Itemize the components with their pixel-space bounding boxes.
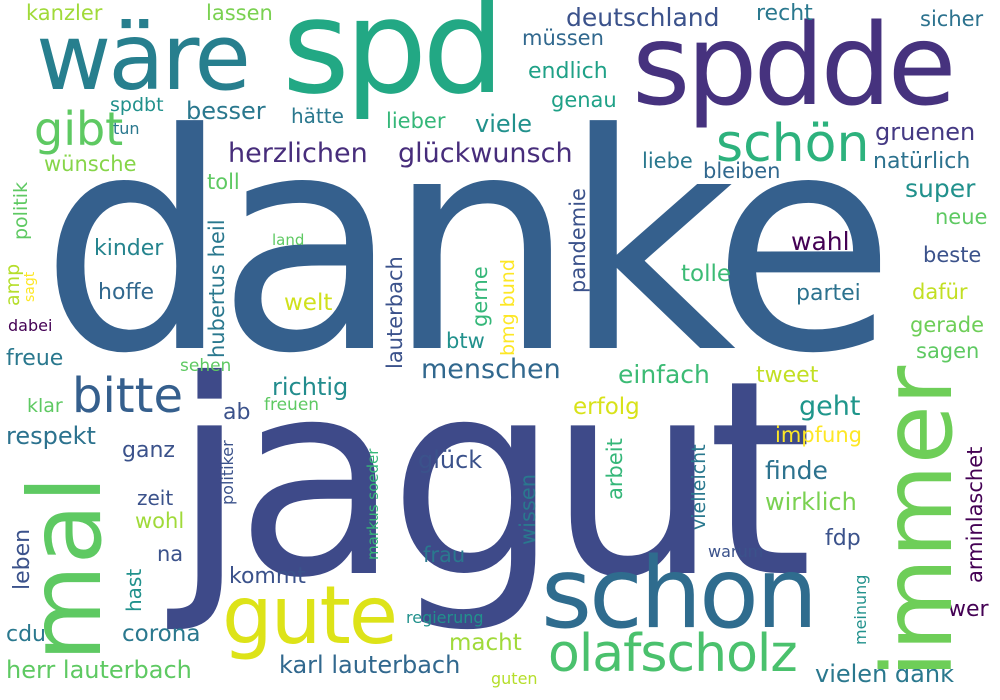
word-zeit: zeit — [137, 486, 174, 510]
word-super: super — [905, 174, 976, 203]
word-impfung: impfung — [775, 423, 862, 447]
word-endlich: endlich — [528, 59, 608, 84]
word-bleiben: bleiben — [703, 159, 781, 183]
word-arbeit: arbeit — [603, 438, 627, 500]
word-gruenen: gruenen — [875, 118, 976, 146]
word-freuen: freuen — [264, 395, 320, 415]
word-olafscholz: olafscholz — [548, 624, 798, 684]
word-gluck: glück — [418, 446, 483, 474]
word-beste: beste — [923, 243, 982, 267]
word-genau: genau — [551, 88, 617, 112]
word-hast: hast — [122, 568, 146, 612]
word-recht: recht — [756, 1, 813, 26]
word-erfolg: erfolg — [573, 394, 640, 420]
word-gerade: gerade — [910, 313, 985, 337]
word-regierung: regierung — [406, 608, 484, 627]
word-gluckwunsch: glückwunsch — [398, 138, 573, 169]
word-spdbt: spdbt — [110, 94, 164, 116]
word-einfach: einfach — [618, 360, 710, 389]
word-klar: klar — [27, 395, 63, 417]
word-guten: guten — [491, 669, 538, 688]
word-macht: macht — [449, 630, 522, 656]
word-neue: neue — [935, 205, 988, 229]
word-kommt: kommt — [229, 564, 306, 589]
word-bmg-bund: bmg bund — [497, 259, 519, 356]
word-lassen: lassen — [206, 1, 273, 25]
word-sehen: sehen — [180, 356, 232, 376]
word-markus-soeder: markus soeder — [364, 448, 382, 560]
word-immer: immer — [862, 365, 974, 678]
word-arminlaschet: arminlaschet — [963, 446, 987, 583]
word-politiker: politiker — [218, 440, 237, 505]
word-wohl: wohl — [135, 509, 185, 533]
word-na: na — [157, 542, 184, 566]
word-land: land — [272, 231, 305, 249]
word-toll: toll — [207, 170, 240, 194]
word-finde: finde — [765, 456, 828, 485]
word-freue: freue — [6, 346, 64, 371]
word-wunsche: wünsche — [44, 152, 137, 176]
word-tweet: tweet — [756, 363, 819, 388]
word-ab: ab — [223, 400, 251, 425]
word-hatte: hätte — [291, 104, 344, 128]
word-spd: spd — [282, 0, 505, 123]
word-pandemie: pandemie — [566, 188, 590, 293]
word-politik: politik — [10, 182, 32, 240]
word-gerne: gerne — [468, 266, 492, 327]
word-mussen: müssen — [522, 26, 604, 50]
word-btw: btw — [446, 329, 485, 353]
word-lauterbach: lauterbach — [383, 256, 407, 369]
word-meinung: meinung — [851, 574, 870, 645]
word-tun: tun — [113, 119, 140, 138]
word-sagen: sagen — [916, 339, 980, 363]
word-kanzler: kanzler — [26, 1, 103, 25]
word-dafur: dafür — [912, 280, 968, 304]
word-hoffe: hoffe — [98, 280, 155, 305]
word-welt: welt — [284, 290, 333, 316]
word-kinder: kinder — [94, 236, 164, 261]
word-menschen: menschen — [421, 354, 561, 385]
word-warum: warum — [708, 542, 764, 561]
word-liebe: liebe — [642, 149, 693, 173]
word-fdp: fdp — [825, 526, 861, 551]
word-wissen: wissen — [516, 473, 540, 545]
word-ganz: ganz — [122, 438, 175, 463]
word-karl-lauterbach: karl lauterbach — [279, 651, 461, 679]
word-bitte: bitte — [72, 368, 183, 424]
word-cloud: danke jagut spd spdde wäre schon gute ol… — [0, 0, 1000, 700]
word-viele: viele — [475, 110, 533, 138]
word-vielleicht: vielleicht — [688, 444, 710, 530]
word-herzlichen: herzlichen — [228, 138, 368, 169]
word-lieber: lieber — [386, 109, 446, 133]
word-tolle: tolle — [681, 261, 732, 287]
word-hubertus-heil: hubertus heil — [205, 219, 229, 358]
word-wirklich: wirklich — [765, 488, 857, 516]
word-amp: amp — [2, 263, 24, 306]
word-frau: frau — [423, 543, 466, 567]
word-naturlich: natürlich — [873, 149, 971, 174]
word-sicher: sicher — [920, 7, 984, 31]
word-dabei: dabei — [8, 316, 53, 335]
word-respekt: respekt — [6, 422, 96, 450]
word-wahl: wahl — [791, 227, 850, 256]
word-geht: geht — [799, 391, 861, 422]
word-leben: leben — [10, 528, 35, 590]
word-partei: partei — [796, 281, 861, 306]
word-besser: besser — [186, 97, 266, 125]
word-sagt: sagt — [22, 271, 38, 302]
word-corona: corona — [122, 621, 201, 647]
word-ware: wäre — [36, 4, 251, 111]
